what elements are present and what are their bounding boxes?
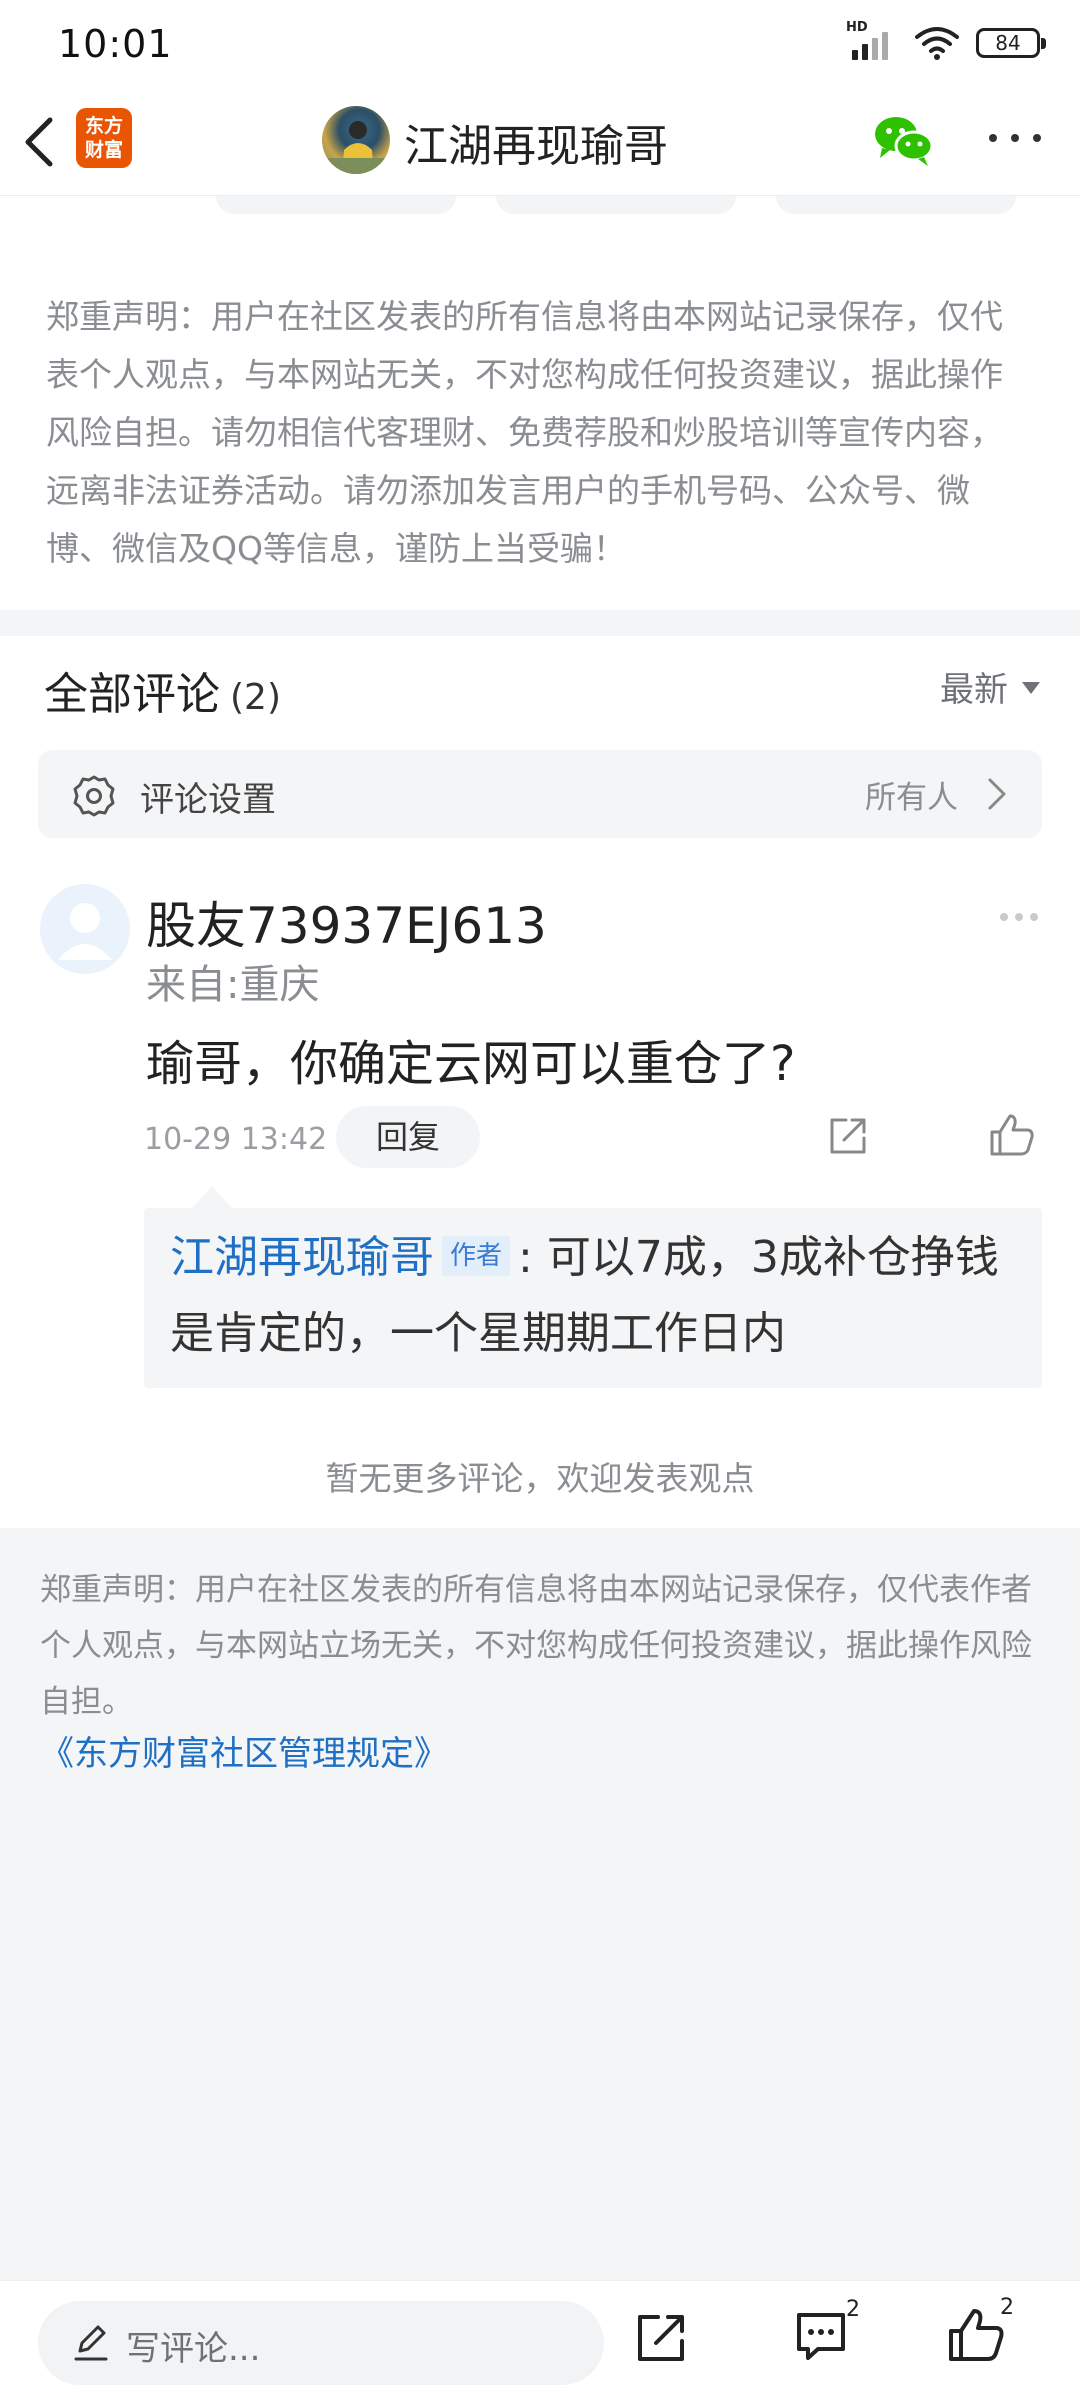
comment-settings-label: 评论设置	[140, 780, 276, 820]
bottom-action-bar: 写评论... 2 2	[0, 2280, 1080, 2400]
wechat-share-icon[interactable]	[872, 110, 936, 170]
avatar-photo-icon	[322, 121, 390, 174]
battery-icon: 84	[976, 28, 1046, 58]
commenter-username[interactable]: 股友73937EJ613	[146, 886, 547, 958]
action-pill[interactable]	[496, 196, 736, 214]
share-icon[interactable]	[634, 2311, 688, 2365]
reply-button[interactable]: 回复	[336, 1106, 480, 1168]
comments-header: 全部评论 (2)	[44, 658, 281, 722]
author-avatar[interactable]	[322, 106, 390, 174]
comment-input-placeholder: 写评论...	[126, 2329, 261, 2369]
default-avatar-icon	[58, 903, 112, 960]
author-badge: 作者	[442, 1236, 511, 1276]
comments-section: 全部评论 (2) 最新 评论设置 所有人 股友73937EJ613 来自:重庆 …	[0, 636, 1080, 1528]
comment-input[interactable]: 写评论...	[38, 2301, 604, 2385]
wifi-icon	[915, 27, 959, 60]
action-pill[interactable]	[776, 196, 1016, 214]
no-more-comments: 暂无更多评论，欢迎发表观点	[325, 1459, 755, 1498]
more-options-icon[interactable]	[985, 128, 1045, 148]
author-reply[interactable]: 江湖再现瑜哥 作者: 可以7成，3成补仓挣钱是肯定的，一个星期期工作日内	[144, 1186, 1042, 1388]
commenter-avatar[interactable]	[40, 884, 130, 974]
comment-settings-row[interactable]: 评论设置 所有人	[38, 750, 1042, 838]
comment-icon[interactable]	[794, 2309, 848, 2363]
app-logo[interactable]: 东方 财富	[76, 108, 132, 168]
disclaimer-text: 郑重声明：用户在社区发表的所有信息将由本网站记录保存，仅代表个人观点，与本网站无…	[46, 297, 1003, 568]
comment-more-icon[interactable]	[998, 910, 1040, 924]
caret-down-icon	[1022, 681, 1040, 694]
app-logo-line2: 财富	[84, 139, 123, 161]
page-title[interactable]: 江湖再现瑜哥	[404, 110, 668, 174]
status-time: 10:01	[58, 22, 173, 66]
like-icon[interactable]	[988, 1112, 1036, 1158]
sort-label: 最新	[940, 670, 1008, 710]
pen-icon	[74, 2325, 108, 2361]
gear-icon	[73, 775, 115, 817]
like-count-badge: 2	[1000, 2295, 1014, 2320]
signal-icon: HD	[846, 20, 898, 62]
nav-bar: 东方 财富 江湖再现瑜哥	[0, 92, 1080, 196]
reply-author-name[interactable]: 江湖再现瑜哥	[170, 1232, 434, 1283]
comments-title: 全部评论	[44, 669, 220, 720]
like-icon[interactable]	[946, 2305, 1006, 2365]
status-bar: 10:01 HD 84	[0, 0, 1080, 92]
share-icon[interactable]	[826, 1114, 870, 1158]
chevron-right-icon	[988, 778, 1006, 810]
comment-count-badge: 2	[846, 2297, 860, 2322]
author-reply-text: 江湖再现瑜哥 作者: 可以7成，3成补仓挣钱是肯定的，一个星期期工作日内	[170, 1220, 1030, 1372]
comment-time: 10-29 13:42	[144, 1122, 328, 1157]
footer-disclaimer: 郑重声明：用户在社区发表的所有信息将由本网站记录保存，仅代表作者个人观点，与本网…	[40, 1572, 1032, 1720]
commenter-location: 来自:重庆	[146, 962, 320, 1008]
app-logo-line1: 东方	[84, 115, 123, 137]
comment-text[interactable]: 瑜哥，你确定云网可以重仓了?	[146, 1024, 795, 1094]
sort-dropdown[interactable]: 最新	[940, 662, 1040, 711]
community-rules-link[interactable]: 《东方财富社区管理规定》	[40, 1726, 448, 1775]
back-arrow-icon[interactable]	[16, 110, 64, 174]
disclaimer-card: 郑重声明：用户在社区发表的所有信息将由本网站记录保存，仅代表个人观点，与本网站无…	[0, 196, 1080, 610]
comments-count: (2)	[230, 677, 281, 718]
comment-settings-value: 所有人	[865, 780, 958, 816]
action-pill[interactable]	[216, 196, 456, 214]
page: 10:01 HD 84 东方 财富 江湖再现瑜哥 郑重声明：用户在社区发表的所有…	[0, 0, 1080, 2400]
system-icons: HD 84	[846, 20, 1046, 62]
